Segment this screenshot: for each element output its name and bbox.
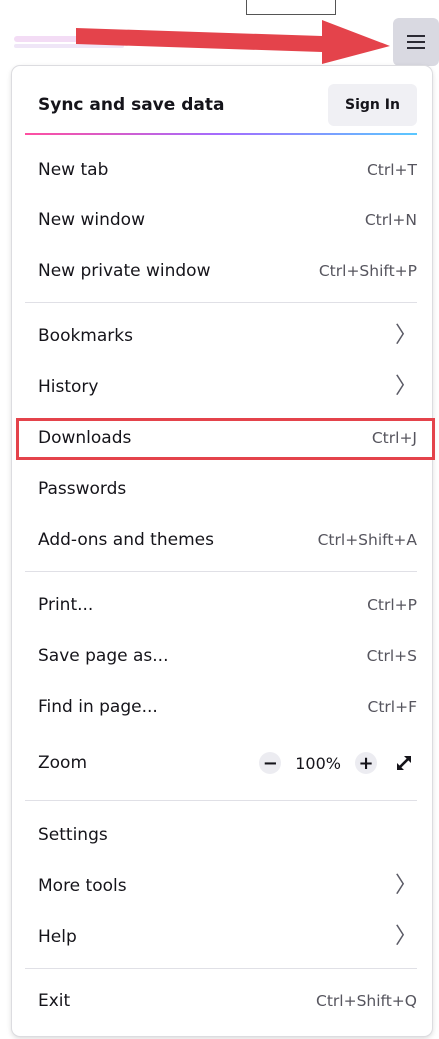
menu-item-zoom: Zoom − 100% + (38, 745, 417, 781)
fullscreen-button[interactable] (391, 750, 417, 776)
shortcut-label: Ctrl+T (366, 161, 417, 179)
chevron-right-icon: 〉 (394, 374, 417, 399)
menu-item-new-private-window[interactable]: New private window Ctrl+Shift+P (38, 253, 417, 289)
menu-item-label: Bookmarks (38, 326, 133, 346)
menu-item-save-page-as[interactable]: Save page as... Ctrl+S (38, 638, 417, 674)
toolbar-fragment (246, 0, 336, 15)
menu-item-label: Print... (38, 595, 94, 615)
hamburger-menu-icon (407, 35, 425, 49)
menu-separator (25, 800, 417, 801)
sign-in-button[interactable]: Sign In (328, 84, 417, 126)
menu-item-new-window[interactable]: New window Ctrl+N (38, 202, 417, 238)
menu-item-label: More tools (38, 876, 127, 896)
menu-separator (25, 571, 417, 572)
chevron-right-icon: 〉 (394, 924, 417, 949)
menu-item-label: New private window (38, 261, 211, 281)
annotation-highlight-box (16, 418, 435, 460)
zoom-level[interactable]: 100% (295, 754, 341, 773)
menu-item-history[interactable]: History 〉 (38, 369, 417, 405)
menu-item-label: Find in page... (38, 697, 158, 717)
menu-item-new-tab[interactable]: New tab Ctrl+T (38, 152, 417, 188)
zoom-in-button[interactable]: + (355, 752, 377, 774)
sync-divider (25, 133, 417, 135)
menu-item-add-ons-and-themes[interactable]: Add-ons and themes Ctrl+Shift+A (38, 522, 417, 558)
menu-item-label: Exit (38, 991, 71, 1011)
zoom-controls: − 100% + (259, 750, 417, 776)
menu-item-label: Help (38, 927, 77, 947)
shortcut-label: Ctrl+P (367, 596, 417, 614)
shortcut-label: Ctrl+S (366, 647, 417, 665)
menu-item-exit[interactable]: Exit Ctrl+Shift+Q (38, 983, 417, 1019)
menu-item-label: New tab (38, 160, 109, 180)
menu-item-label: Settings (38, 825, 108, 845)
menu-item-label: Zoom (38, 753, 88, 773)
menu-item-label: Add-ons and themes (38, 530, 214, 550)
shortcut-label: Ctrl+Shift+A (317, 531, 417, 549)
shortcut-label: Ctrl+N (364, 211, 417, 229)
menu-item-settings[interactable]: Settings (38, 817, 417, 853)
menu-item-label: Passwords (38, 479, 127, 499)
menu-item-passwords[interactable]: Passwords (38, 471, 417, 507)
menu-separator (25, 302, 417, 303)
chevron-right-icon: 〉 (394, 323, 417, 348)
app-menu-button[interactable] (393, 18, 439, 66)
shortcut-label: Ctrl+Shift+Q (316, 992, 417, 1010)
menu-separator (25, 968, 417, 969)
menu-item-print[interactable]: Print... Ctrl+P (38, 587, 417, 623)
menu-item-bookmarks[interactable]: Bookmarks 〉 (38, 318, 417, 354)
menu-item-find-in-page[interactable]: Find in page... Ctrl+F (38, 689, 417, 725)
fullscreen-icon (397, 756, 411, 770)
menu-item-label: Save page as... (38, 646, 169, 666)
menu-item-help[interactable]: Help 〉 (38, 919, 417, 955)
shortcut-label: Ctrl+Shift+P (318, 262, 417, 280)
menu-item-more-tools[interactable]: More tools 〉 (38, 868, 417, 904)
annotation-arrow-icon (76, 20, 390, 64)
sync-label: Sync and save data (38, 95, 225, 115)
menu-item-label: History (38, 377, 99, 397)
chevron-right-icon: 〉 (394, 873, 417, 898)
shortcut-label: Ctrl+F (367, 698, 417, 716)
zoom-out-button[interactable]: − (259, 752, 282, 774)
menu-item-label: New window (38, 210, 145, 230)
